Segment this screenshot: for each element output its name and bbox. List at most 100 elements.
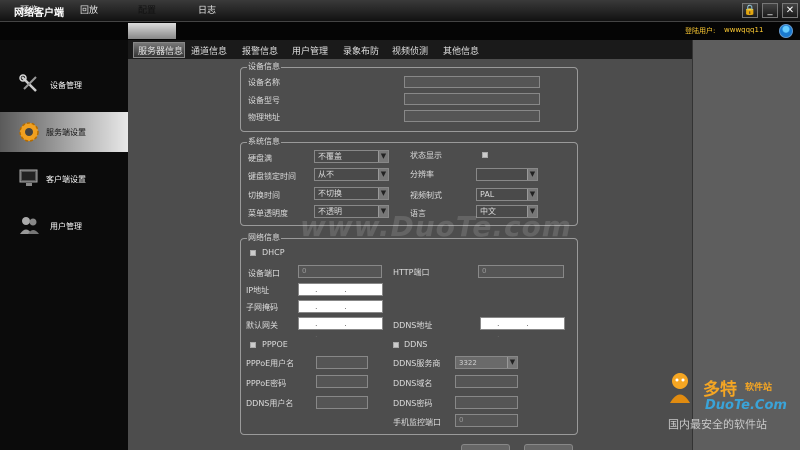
menu-config[interactable]: 配置 [138,3,156,16]
minimize-button[interactable]: _ [762,3,778,18]
sidebar-item-user-manage[interactable]: 用户管理 [0,205,128,245]
sidebar-item-label: 服务端设置 [46,128,86,137]
menu-preview[interactable]: 预览 [20,3,38,16]
ddns-domain-label: DDNS域名 [393,379,433,388]
ddns-password-label: DDNS密码 [393,399,433,408]
pppoe-password-label: PPPoE密码 [246,379,287,388]
login-user-name: wwwqqq11 [724,26,764,34]
disk-full-select[interactable]: 不覆盖 ▼ [314,150,389,163]
dhcp-checkbox[interactable] [250,250,256,256]
duote-logo-slogan: 国内最安全的软件站 [668,418,767,431]
tab-alarm-info[interactable]: 报警信息 [242,44,278,57]
ddns-password-field[interactable] [455,396,518,409]
duote-watermark: www.DuoTe.com [300,210,572,243]
login-user-label: 登陆用户: [685,27,716,35]
ddns-label: DDNS [404,340,428,349]
mobile-port-value: 0 [459,416,464,424]
mobile-port-label: 手机监控端口 [393,418,441,427]
ddns-server-select[interactable]: 3322 ▼ [455,356,518,369]
duote-mascot-icon [670,373,690,403]
user-icon[interactable] [779,24,793,38]
mobile-port-field[interactable]: 0 [455,414,518,427]
ddns-checkbox[interactable] [393,342,399,348]
menu-bar [0,22,800,40]
ddns-username-field[interactable] [316,396,368,409]
keyboard-lock-select[interactable]: 从不 ▼ [314,168,389,181]
network-info-title: 网络信息 [247,232,281,243]
sidebar-item-client-settings[interactable]: 客户端设置 [0,158,128,198]
tab-record-schedule[interactable]: 录象布防 [343,44,379,57]
subnet-mask-label: 子网掩码 [246,303,278,312]
physical-address-label: 物理地址 [248,113,280,122]
pppoe-username-field[interactable] [316,356,368,369]
ddns-domain-field[interactable] [455,375,518,388]
pppoe-checkbox[interactable] [250,342,256,348]
disk-full-label: 硬盘满 [248,154,272,163]
tab-video-detect[interactable]: 视频侦测 [392,44,428,57]
video-format-select[interactable]: PAL ▼ [476,188,538,201]
device-port-field[interactable]: 0 [298,265,382,278]
switch-time-select[interactable]: 不切换 ▼ [314,187,389,200]
tab-server-info[interactable]: 服务器信息 [138,44,183,57]
save-button[interactable] [461,444,510,450]
sidebar-item-label: 用户管理 [50,222,82,231]
http-port-label: HTTP端口 [393,268,430,277]
ip-address-label: IP地址 [246,286,270,295]
chevron-down-icon: ▼ [527,189,537,200]
resolution-label: 分辨率 [410,170,434,179]
system-info-title: 系统信息 [247,136,281,147]
cancel-button[interactable] [524,444,573,450]
ddns-address-field[interactable]: . . . [480,317,565,339]
ddns-username-label: DDNS用户名 [246,399,294,408]
server-gear-icon [19,122,39,142]
device-info-title: 设备信息 [247,61,281,72]
status-display-label: 状态显示 [410,151,442,160]
menu-transparency-label: 菜单透明度 [248,209,288,218]
chevron-down-icon: ▼ [378,188,388,199]
duote-logo-suffix: 软件站 [745,383,773,393]
menu-playback[interactable]: 回放 [80,3,98,16]
pppoe-username-label: PPPoE用户名 [246,359,295,368]
close-button[interactable]: ✕ [782,3,798,18]
ip-address-field[interactable]: . . . [298,283,383,305]
monitor-icon [19,169,38,186]
ddns-address-label: DDNS地址 [393,321,433,330]
users-icon [20,217,39,234]
switch-time-value: 不切换 [318,189,342,198]
pppoe-password-field[interactable] [316,375,368,388]
keyboard-lock-value: 从不 [318,170,334,179]
subnet-mask-field[interactable]: . . . [298,300,383,322]
duote-logo-url: DuoTe.Com [705,398,787,413]
tab-user-manage[interactable]: 用户管理 [292,44,328,57]
device-name-label: 设备名称 [248,78,280,87]
pppoe-label: PPPOE [262,340,288,349]
http-port-value: 0 [482,267,487,275]
lock-button[interactable]: 🔒 [742,3,758,18]
device-model-field[interactable] [404,93,540,105]
menu-active-highlight [128,23,176,39]
dhcp-label: DHCP [262,248,285,257]
sidebar-item-device-manage[interactable]: 设备管理 [0,65,128,105]
physical-address-field[interactable] [404,110,540,122]
sidebar-item-server-settings[interactable]: 服务端设置 [0,112,128,152]
tab-other-info[interactable]: 其他信息 [443,44,479,57]
tools-icon [19,74,37,92]
keyboard-lock-label: 键盘锁定时间 [248,172,296,181]
switch-time-label: 切换时间 [248,191,280,200]
default-gateway-field[interactable]: . . . [298,317,383,339]
menu-log[interactable]: 日志 [198,3,216,16]
sidebar-item-label: 设备管理 [50,81,82,90]
resolution-select[interactable]: ▼ [476,168,538,181]
http-port-field[interactable]: 0 [478,265,564,278]
video-format-value: PAL [480,190,495,199]
chevron-down-icon: ▼ [527,169,537,180]
device-model-label: 设备型号 [248,96,280,105]
device-name-field[interactable] [404,76,540,88]
chevron-down-icon: ▼ [507,357,517,368]
title-bar [0,0,800,22]
disk-full-value: 不覆盖 [318,152,342,161]
tab-channel-info[interactable]: 通道信息 [191,44,227,57]
video-format-label: 视频制式 [410,191,442,200]
ddns-server-value: 3322 [459,359,477,367]
status-display-checkbox[interactable] [482,152,488,158]
